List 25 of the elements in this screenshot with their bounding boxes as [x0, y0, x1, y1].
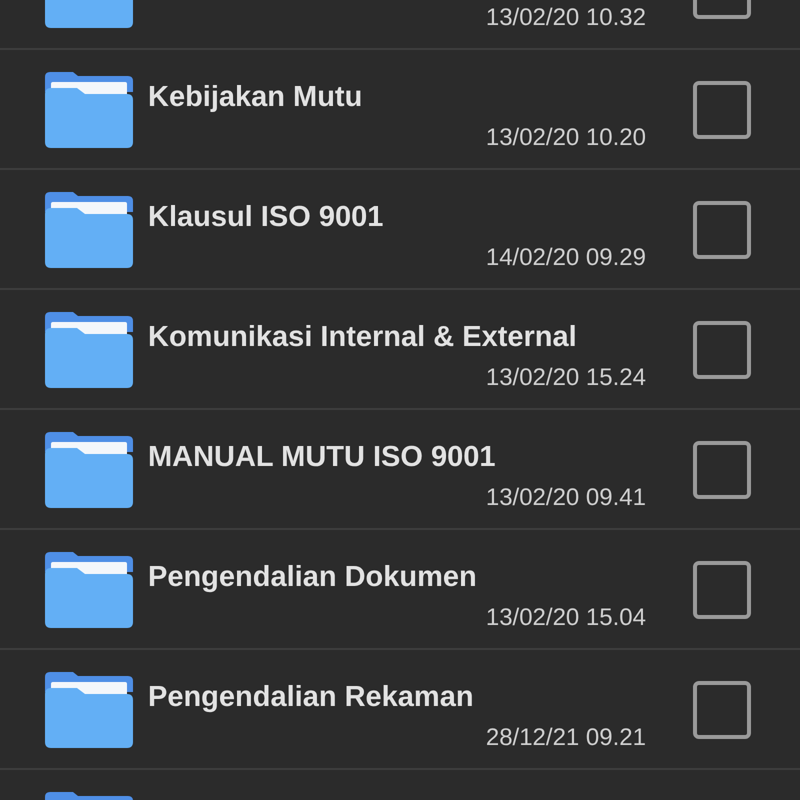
folder-icon	[45, 72, 133, 148]
folder-icon	[45, 312, 133, 388]
folder-name: Klausul ISO 9001	[148, 200, 384, 235]
modified-date: 13/02/20 15.24	[486, 363, 646, 393]
checkbox[interactable]	[693, 561, 751, 619]
checkbox[interactable]	[693, 441, 751, 499]
checkbox[interactable]	[693, 321, 751, 379]
folder-icon	[45, 432, 133, 508]
modified-date: 13/02/20 09.41	[486, 483, 646, 513]
modified-date: 13/02/20 10.20	[486, 123, 646, 153]
folder-icon	[45, 552, 133, 628]
checkbox[interactable]	[693, 201, 751, 259]
folder-name: Komunikasi Internal & External	[148, 320, 578, 355]
modified-date: 28/12/21 09.21	[486, 723, 646, 753]
folder-name: Kebijakan Mutu	[148, 80, 364, 115]
folder-name: Pengendalian Rekaman	[148, 680, 475, 715]
modified-date: 14/02/20 09.29	[486, 243, 646, 273]
checkbox[interactable]	[693, 81, 751, 139]
folder-icon	[45, 672, 133, 748]
modified-date: 13/02/20 15.04	[486, 603, 646, 633]
folder-name: MANUAL MUTU ISO 9001	[148, 440, 497, 475]
folder-icon	[45, 192, 133, 268]
modified-date: 13/02/20 10.32	[486, 3, 646, 33]
folder-name: Pengendalian Dokumen	[148, 560, 478, 595]
checkbox[interactable]	[693, 681, 751, 739]
